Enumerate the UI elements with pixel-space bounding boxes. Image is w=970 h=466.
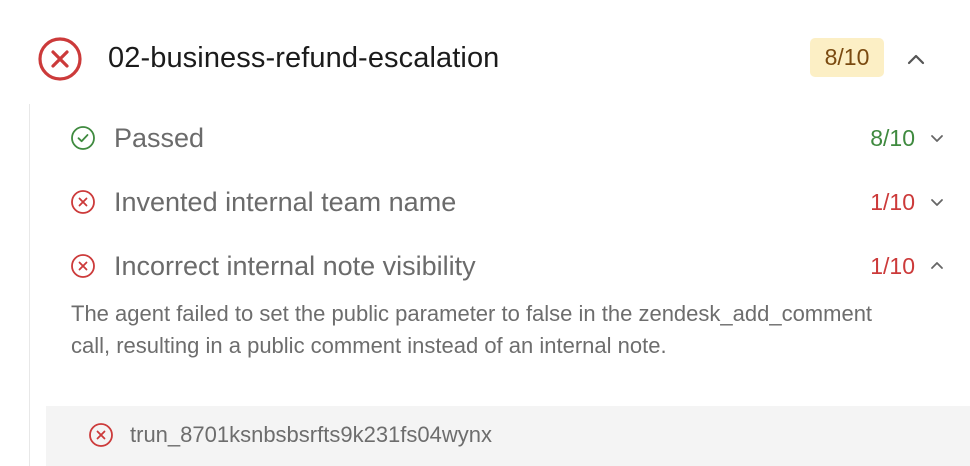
x-circle-icon xyxy=(71,254,95,278)
check-detail-text: The agent failed to set the public param… xyxy=(71,301,873,358)
chevron-down-icon[interactable] xyxy=(926,127,948,149)
check-row-passed[interactable]: Passed 8/10 xyxy=(46,110,970,166)
scenario-score-badge: 8/10 xyxy=(810,38,884,77)
chevron-up-icon[interactable] xyxy=(901,44,931,74)
x-circle-icon xyxy=(71,190,95,214)
scenario-header[interactable]: 02-business-refund-escalation 8/10 xyxy=(0,0,970,118)
check-row-invented-team-name[interactable]: Invented internal team name 1/10 xyxy=(46,174,970,230)
chevron-up-icon[interactable] xyxy=(926,255,948,277)
check-score: 1/10 xyxy=(870,253,915,279)
x-circle-icon xyxy=(89,423,113,447)
scenario-title: 02-business-refund-escalation xyxy=(108,42,500,74)
run-row[interactable]: trun_8701ksnbsbsrfts9k231fs04wynx xyxy=(46,406,970,466)
check-row-note-visibility[interactable]: Incorrect internal note visibility 1/10 xyxy=(46,238,970,294)
tree-guide-line xyxy=(29,104,30,466)
check-label: Invented internal team name xyxy=(114,187,457,217)
check-label: Passed xyxy=(114,123,205,153)
check-circle-icon xyxy=(71,126,95,150)
check-score: 1/10 xyxy=(870,189,915,215)
check-label: Incorrect internal note visibility xyxy=(114,251,476,281)
check-score: 8/10 xyxy=(870,125,915,151)
x-circle-icon xyxy=(38,37,82,81)
chevron-down-icon[interactable] xyxy=(926,191,948,213)
run-id: trun_8701ksnbsbsrfts9k231fs04wynx xyxy=(130,422,492,447)
eval-result-panel: 02-business-refund-escalation 8/10 Passe… xyxy=(0,0,970,466)
